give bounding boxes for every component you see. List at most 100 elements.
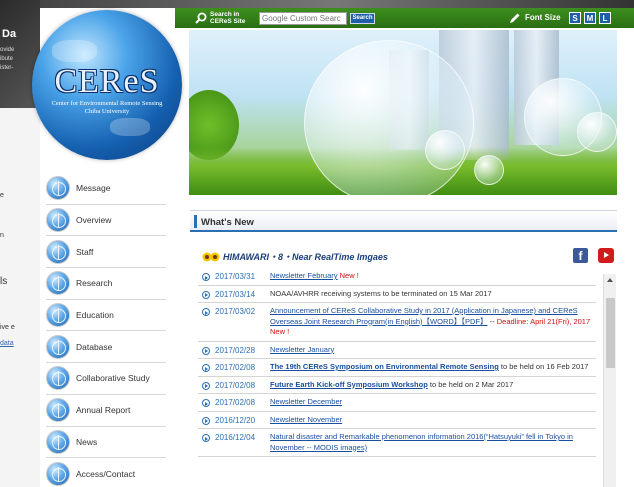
globe-icon — [46, 334, 70, 359]
background-title: Da — [2, 28, 17, 40]
arrow-bullet-icon — [202, 399, 210, 407]
hero-image — [189, 30, 617, 195]
news-suffix: to be held on 2 Mar 2017 — [427, 379, 514, 389]
sidebar-item-overview[interactable]: Overview — [46, 205, 166, 237]
sidebar-item-label: Access/Contact — [76, 468, 136, 479]
news-item: 2017/02/08 Future Earth Kick-off Symposi… — [198, 377, 596, 394]
logo-subtitle-university: Chiba University — [84, 108, 130, 115]
globe-icon — [46, 303, 70, 328]
facebook-icon[interactable]: f — [573, 248, 588, 263]
news-link[interactable]: Natural disaster and Remarkable phenomen… — [270, 432, 573, 452]
logo-text: CEReS — [54, 63, 160, 100]
sidebar-item-access-contact[interactable]: Access/Contact — [46, 458, 166, 487]
news-link[interactable]: The 19th CEReS Symposium on Environmenta… — [270, 362, 499, 371]
whats-new-section: What's New HIMAWARI・8・Near RealTime Imga… — [190, 210, 617, 487]
news-date: 2017/03/02 — [215, 307, 256, 316]
news-item: 2017/02/28 Newsletter January — [198, 342, 596, 359]
youtube-icon[interactable] — [598, 248, 614, 263]
sidebar-item-label: Education — [76, 310, 114, 321]
section-title: What's New — [201, 217, 254, 228]
news-link[interactable]: Newsletter January — [270, 345, 334, 354]
news-date: 2017/02/08 — [215, 398, 256, 407]
sidebar-item-annual-report[interactable]: Annual Report — [46, 395, 166, 427]
news-text: Announcement of CEReS Collaborative Stud… — [270, 306, 596, 338]
news-link[interactable]: Future Earth Kick-off Symposium Workshop — [270, 380, 428, 389]
logo-decoration — [110, 118, 150, 136]
ceres-logo[interactable]: CEReS Center for Environmental Remote Se… — [32, 10, 182, 160]
news-item: 2017/03/02 Announcement of CEReS Collabo… — [198, 303, 596, 342]
top-strip — [40, 0, 634, 8]
logo-decoration — [52, 40, 97, 62]
search-input[interactable] — [259, 12, 347, 25]
sidebar-item-message[interactable]: Message — [46, 173, 166, 205]
sidebar-item-label: Database — [76, 341, 113, 352]
news-item: 2017/02/08 The 19th CEReS Symposium on E… — [198, 359, 596, 377]
globe-icon — [46, 208, 70, 233]
globe-icon — [46, 398, 70, 423]
hero-bubble — [304, 40, 474, 195]
news-text: Natural disaster and Remarkable phenomen… — [270, 432, 596, 453]
news-link[interactable]: Newsletter December — [270, 397, 342, 406]
hero-bubble — [577, 112, 617, 152]
sidebar-item-label: Staff — [76, 246, 94, 257]
globe-icon — [46, 239, 70, 264]
news-text: Future Earth Kick-off Symposium Workshop… — [270, 380, 513, 391]
sidebar-item-research[interactable]: Research — [46, 268, 166, 300]
sidebar-item-label: Message — [76, 183, 111, 194]
arrow-bullet-icon — [202, 273, 210, 281]
arrow-bullet-icon — [202, 346, 210, 355]
logo-subtitle: Center for Environmental Remote Sensing — [51, 100, 163, 107]
news-item: 2016/12/04 Natural disaster and Remarkab… — [198, 429, 596, 457]
news-text: Newsletter November — [270, 415, 342, 426]
font-size-small-button[interactable]: S — [569, 12, 581, 24]
news-text: The 19th CEReS Symposium on Environmenta… — [270, 362, 588, 373]
sunflower-icon — [202, 252, 220, 261]
news-date: 2017/03/31 — [215, 272, 256, 281]
sidebar-item-education[interactable]: Education — [46, 300, 166, 332]
background-fragment: e — [0, 192, 4, 199]
himawari-label: HIMAWARI・8・Near RealTime Imgaes — [223, 252, 388, 262]
arrow-bullet-icon — [202, 290, 210, 299]
background-text: ovide ibute ister- — [0, 47, 15, 71]
globe-icon — [46, 271, 70, 296]
font-size-large-button[interactable]: L — [599, 12, 611, 24]
arrow-bullet-icon — [202, 381, 210, 390]
sidebar-item-label: Overview — [76, 215, 112, 226]
globe-icon — [46, 176, 70, 201]
news-date: 2017/02/28 — [215, 345, 256, 355]
left-sidebar: CEReS Center for Environmental Remote Se… — [32, 8, 182, 487]
search-label: Search in CEReS Site — [210, 11, 246, 25]
himawari-link[interactable]: HIMAWARI・8・Near RealTime Imgaes — [202, 250, 388, 263]
font-size-medium-button[interactable]: M — [584, 12, 596, 24]
sidebar-item-collaborative-study[interactable]: Collaborative Study — [46, 363, 166, 395]
scroll-thumb[interactable] — [606, 298, 615, 368]
background-fragment: n — [0, 232, 4, 239]
news-link[interactable]: Newsletter November — [270, 415, 342, 424]
arrow-bullet-icon — [202, 434, 210, 442]
header-accent-bar — [194, 215, 197, 228]
news-suffix: to be held on 16 Feb 2017 — [498, 362, 589, 371]
news-scrollbar[interactable] — [603, 274, 616, 487]
globe-icon — [46, 429, 70, 454]
news-date: 2016/12/20 — [215, 415, 256, 425]
search-button[interactable]: Search — [350, 13, 375, 24]
news-item: 2017/02/08 Newsletter December — [198, 394, 596, 412]
header-bar: Search in CEReS Site Search Font Size S … — [175, 8, 634, 28]
sidebar-item-news[interactable]: News — [46, 427, 166, 459]
news-date: 2017/02/08 — [215, 380, 256, 390]
pencil-icon — [510, 13, 520, 23]
hero-bubble — [425, 130, 465, 170]
globe-icon — [46, 366, 70, 391]
sidebar-item-label: Annual Report — [76, 405, 131, 416]
background-link[interactable]: data — [0, 340, 14, 347]
sidebar-item-staff[interactable]: Staff — [46, 236, 166, 269]
background-fragment: ive e — [0, 324, 15, 331]
news-link[interactable]: Newsletter February — [270, 271, 338, 280]
news-separator: -- — [487, 316, 497, 326]
sidebar-item-label: Collaborative Study — [76, 373, 150, 384]
sidebar-item-database[interactable]: Database — [46, 331, 166, 364]
news-item: 2017/03/31 Newsletter February New ! — [198, 268, 596, 286]
new-badge: New ! — [339, 271, 359, 280]
scroll-up-arrow-icon[interactable] — [607, 278, 613, 282]
news-text: NOAA/AVHRR receiving systems to be termi… — [270, 288, 492, 298]
